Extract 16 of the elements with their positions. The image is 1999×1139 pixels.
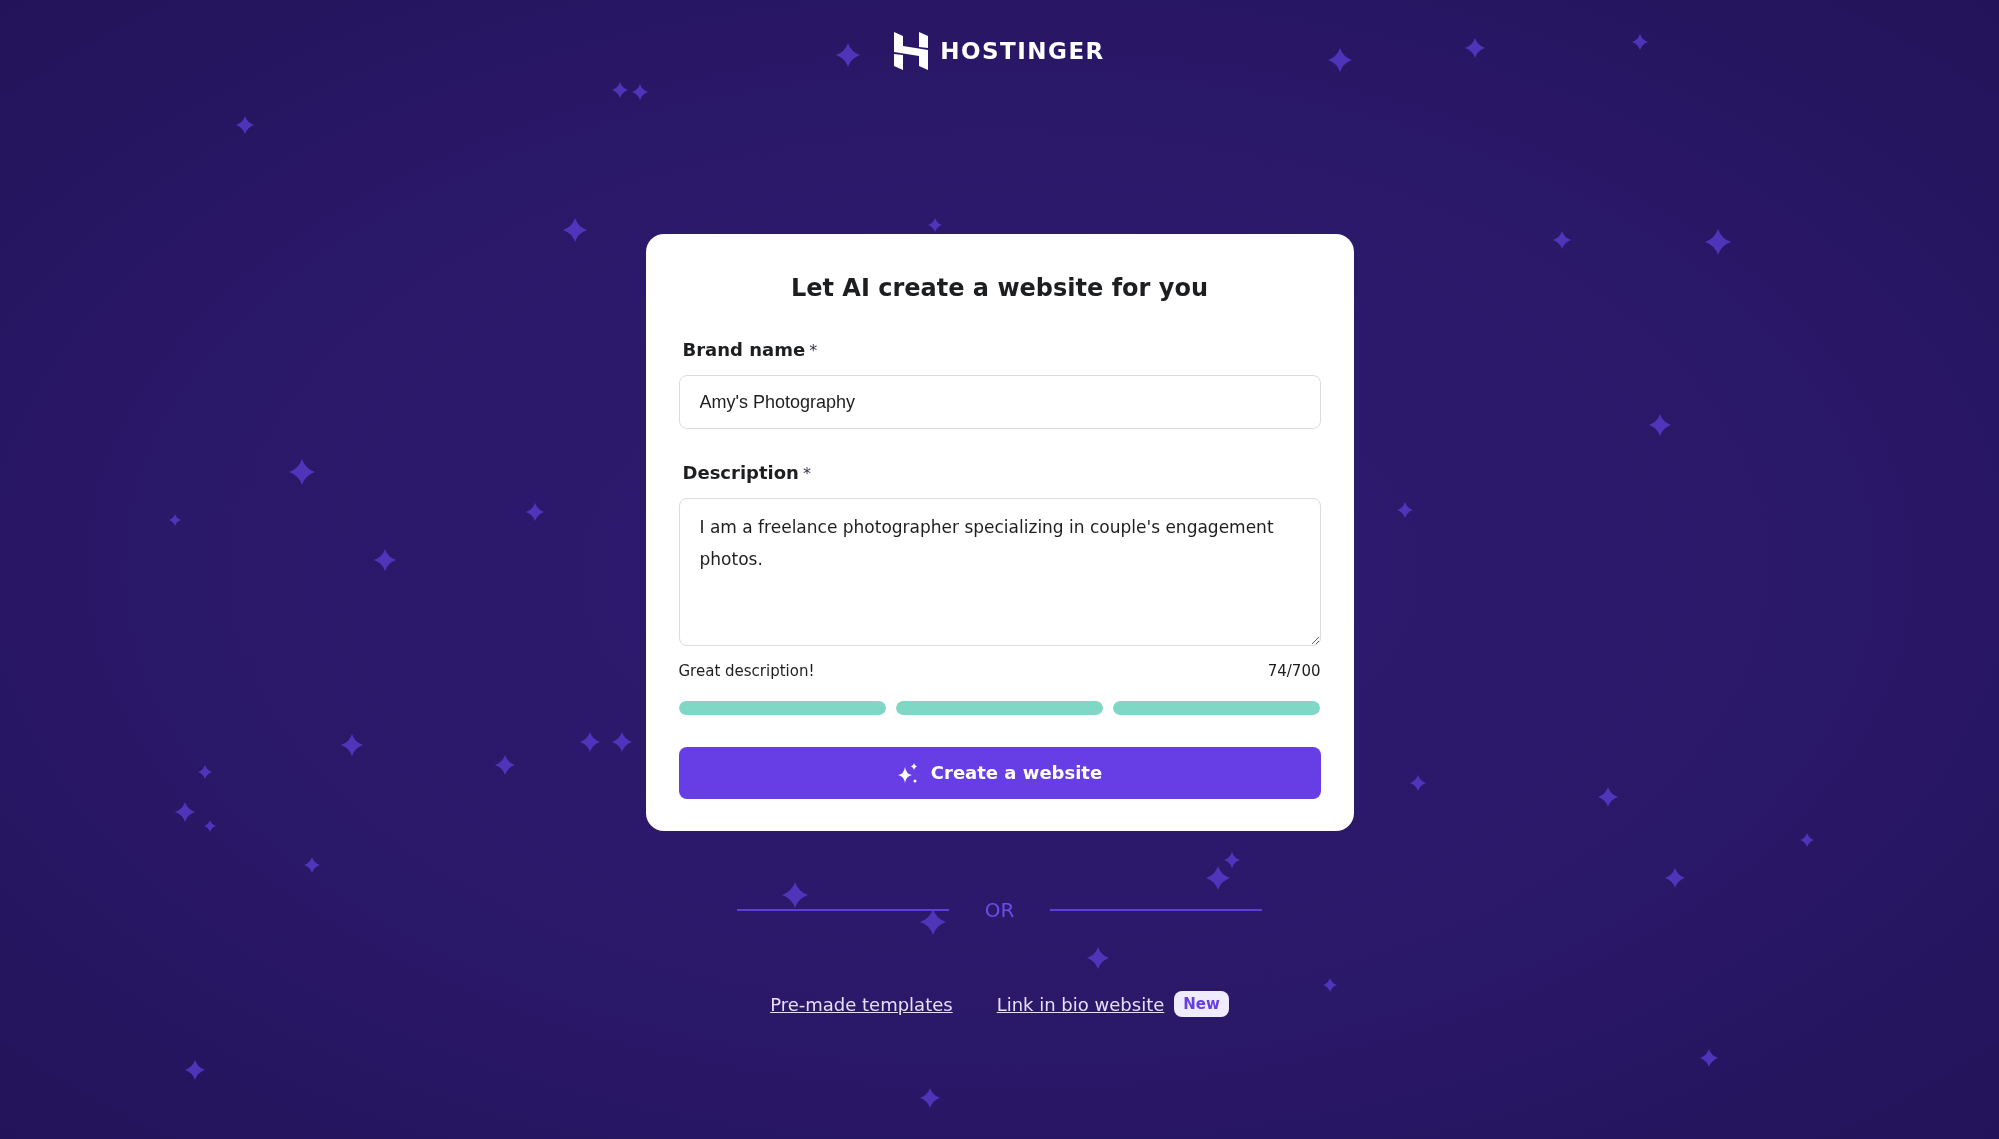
footer-link[interactable]: Pre-made templates	[770, 990, 953, 1018]
or-divider-text: OR	[984, 896, 1015, 924]
form-title: Let AI create a website for you	[789, 273, 1209, 304]
logo-text: HOSTINGER	[940, 36, 1105, 66]
required-mark: *	[809, 340, 818, 362]
brand-name-input[interactable]: Amy's Photography	[678, 375, 1321, 429]
footer-link[interactable]: Link in bio website	[996, 990, 1165, 1018]
field-label: Brand name	[682, 338, 806, 362]
character-counter: 74/700	[1267, 661, 1321, 682]
required-mark: *	[802, 463, 811, 485]
feedback-text: Great description!	[678, 661, 815, 682]
create-website-button[interactable]: Create a website	[678, 746, 1321, 799]
field-label: Description	[682, 461, 799, 485]
description-textarea[interactable]: I am a freelance photographer specializing in couple's engagement photos.	[678, 498, 1321, 646]
logo-icon	[894, 32, 929, 70]
new-badge: New	[1174, 990, 1229, 1018]
